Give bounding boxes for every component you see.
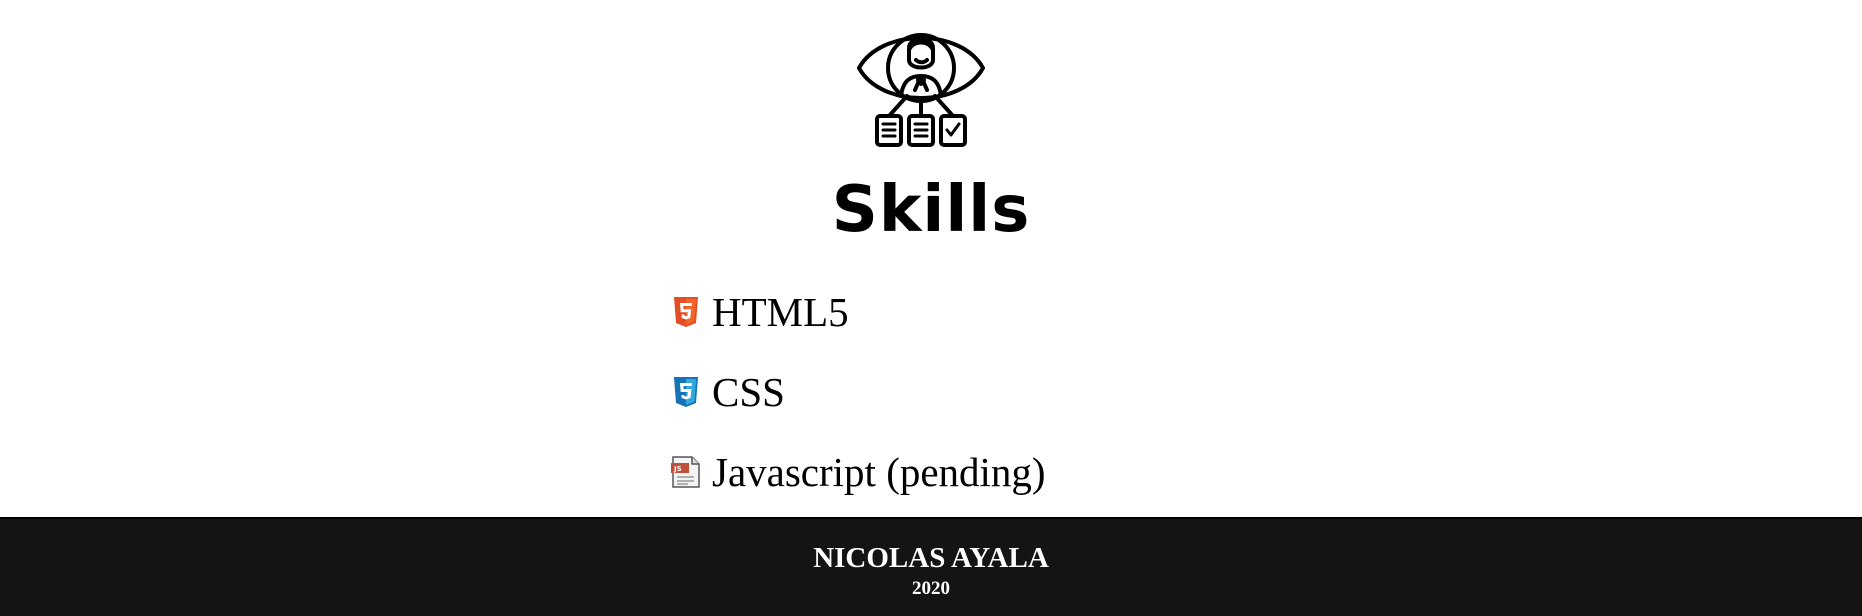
skills-list: HTML5 CSS JS Javascript (pending) (670, 288, 1046, 528)
footer: NICOLAS AYALA 2020 (0, 517, 1862, 616)
css3-icon (670, 374, 702, 410)
eye-person-documents-icon (851, 18, 991, 148)
page-title: Skills (831, 173, 1031, 247)
skill-label: Javascript (pending) (712, 448, 1046, 495)
footer-year: 2020 (912, 578, 950, 599)
page: Skills HTML5 CSS JS Javascript (pending)… (0, 0, 1862, 616)
footer-author-name: NICOLAS AYALA (813, 542, 1049, 574)
svg-text:JS: JS (673, 465, 682, 473)
skill-item-css: CSS (670, 368, 1046, 416)
js-file-icon: JS (670, 454, 702, 490)
skill-label: CSS (712, 368, 785, 415)
skill-item-html5: HTML5 (670, 288, 1046, 336)
skill-label: HTML5 (712, 288, 849, 335)
html5-icon (670, 294, 702, 330)
skill-item-javascript: JS Javascript (pending) (670, 448, 1046, 496)
